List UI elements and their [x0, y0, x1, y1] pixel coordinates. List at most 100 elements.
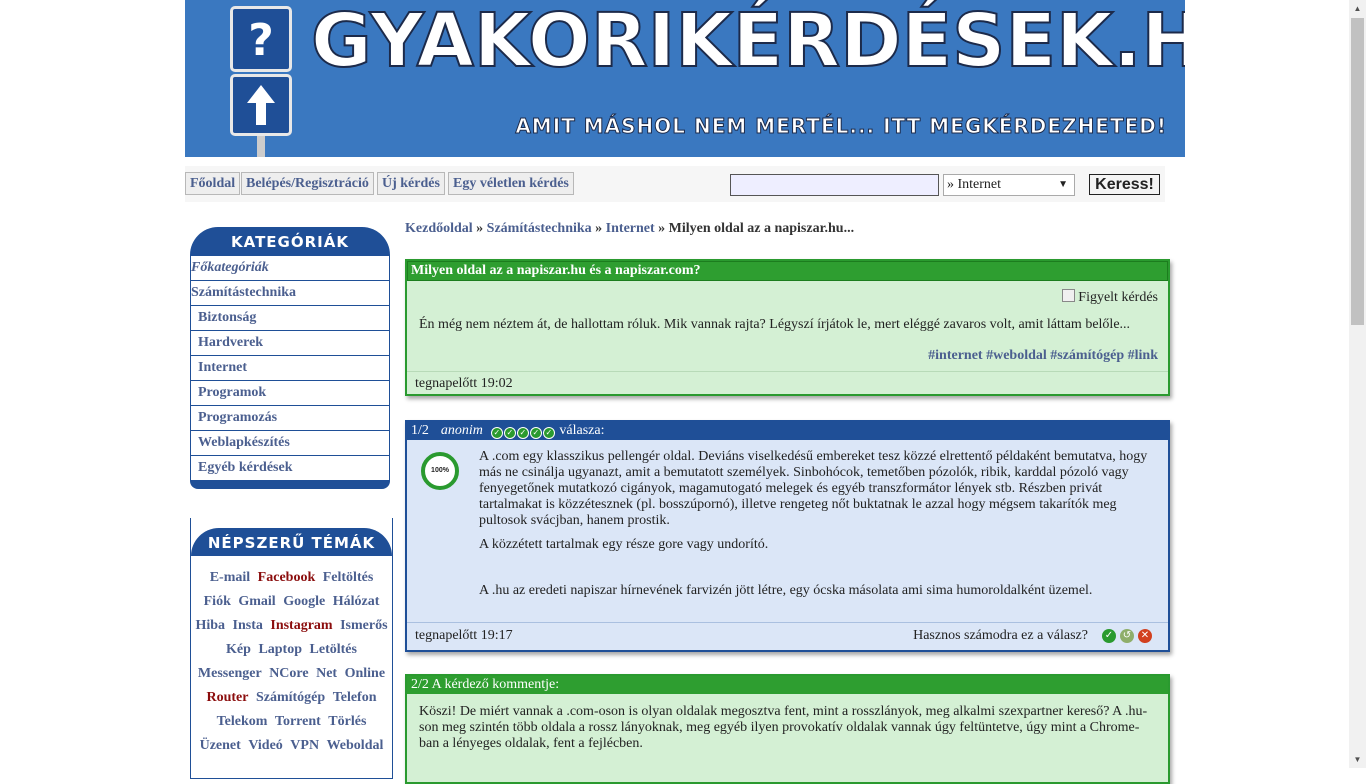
useful-question-label: Hasznos számodra ez a válasz? — [913, 628, 1088, 643]
answer-timestamp: tegnapelőtt 19:17 — [415, 628, 513, 643]
answer-suffix: válasza: — [559, 423, 605, 438]
categories-footer — [190, 481, 390, 489]
popular-tag-link[interactable]: Google — [283, 594, 325, 609]
scrollbar-thumb[interactable] — [1351, 18, 1364, 325]
popular-tag-link[interactable]: VPN — [290, 738, 319, 753]
search-input[interactable] — [730, 174, 939, 196]
vote-neutral-icon[interactable]: ↺ — [1120, 629, 1134, 643]
popular-tag-link[interactable]: NCore — [269, 666, 308, 681]
popular-topics-box: NÉPSZERŰ TÉMÁK E-mail Facebook Feltöltés… — [190, 518, 393, 779]
category-item-internet[interactable]: Internet — [190, 356, 390, 381]
usefulness-ring: 100% — [421, 452, 459, 490]
nav-random-question-button[interactable]: Egy véletlen kérdés — [448, 172, 574, 195]
question-title: Milyen oldal az a napiszar.hu és a napis… — [407, 261, 1168, 281]
popular-tag-link[interactable]: Feltöltés — [323, 570, 374, 585]
categories-main-link[interactable]: Főkategóriák — [190, 255, 390, 281]
breadcrumb-separator: » — [591, 221, 606, 236]
question-sign-icon: ? — [230, 6, 292, 72]
popular-tag-link[interactable]: Instagram — [270, 618, 332, 633]
rating-check-icon: ✓ — [529, 427, 542, 439]
svg-text:?: ? — [248, 15, 274, 66]
popular-tag-link[interactable]: Ismerős — [340, 618, 387, 633]
popular-tag-link[interactable]: Hiba — [195, 618, 225, 633]
site-banner[interactable]: ? GYAKORIKÉRDÉSEK.HU AMIT MÁSHOL NEM MER… — [185, 0, 1185, 157]
popular-tag-link[interactable]: Törlés — [328, 714, 366, 729]
vote-yes-icon[interactable]: ✓ — [1102, 629, 1116, 643]
popular-tag-link[interactable]: Videó — [248, 738, 282, 753]
popular-tag-link[interactable]: Letöltés — [310, 642, 357, 657]
categories-box: KATEGÓRIÁK Főkategóriák Számítástechnika… — [190, 227, 390, 489]
nav-new-question-button[interactable]: Új kérdés — [377, 172, 445, 195]
popular-tag-link[interactable]: Telekom — [217, 714, 268, 729]
category-select-value: » Internet — [947, 177, 1002, 192]
popular-tag-link[interactable]: Router — [206, 690, 248, 705]
vote-no-icon[interactable]: ✕ — [1138, 629, 1152, 643]
category-item-hardverek[interactable]: Hardverek — [190, 331, 390, 356]
answer-paragraph: A .com egy klasszikus pellengér oldal. D… — [479, 449, 1148, 528]
popular-tag-link[interactable]: Insta — [233, 618, 263, 633]
question-timestamp: tegnapelőtt 19:02 — [407, 371, 1168, 396]
scroll-up-icon[interactable]: ▲ — [1349, 0, 1366, 17]
site-slogan: AMIT MÁSHOL NEM MERTÉL... ITT MEGKÉRDEZH… — [515, 114, 1167, 139]
question-tags[interactable]: #internet #weboldal #számítógép #link — [928, 348, 1158, 364]
category-item-biztonsag[interactable]: Biztonság — [190, 306, 390, 331]
nav-home-button[interactable]: Főoldal — [185, 172, 241, 195]
chevron-down-icon: ▼ — [1058, 179, 1068, 190]
arrow-up-sign-icon — [230, 74, 292, 136]
answer-paragraph: A .hu az eredeti napiszar hírnevének far… — [479, 583, 1093, 598]
breadcrumb-current: Milyen oldal az a napiszar.hu... — [668, 221, 855, 236]
question-body: Én még nem néztem át, de hallottam róluk… — [419, 317, 1131, 332]
breadcrumb-separator: » — [654, 221, 669, 236]
rating-check-icon: ✓ — [503, 427, 516, 439]
popular-tag-link[interactable]: Fiók — [204, 594, 231, 609]
rating-check-icon: ✓ — [490, 427, 503, 439]
categories-header: KATEGÓRIÁK — [190, 227, 390, 255]
popular-tag-link[interactable]: Net — [316, 666, 337, 681]
answer-panel: 1/2 anonim ✓ ✓ ✓ ✓ ✓ válasza: 100% A .com egy … — [405, 420, 1170, 652]
page-scrollbar[interactable]: ▲ ▼ — [1349, 0, 1366, 768]
category-item-programok[interactable]: Programok — [190, 381, 390, 406]
popular-tag-link[interactable]: Üzenet — [200, 738, 241, 753]
popular-tag-link[interactable]: Facebook — [258, 570, 316, 585]
popular-topics-header: NÉPSZERŰ TÉMÁK — [191, 528, 392, 556]
category-parent-link[interactable]: Számítástechnika — [190, 281, 390, 306]
popular-tag-link[interactable]: Gmail — [238, 594, 275, 609]
category-item-programozas[interactable]: Programozás — [190, 406, 390, 431]
comment-text: Köszi! De miért vannak a .com-oson is ol… — [419, 704, 1148, 751]
comment-header: 2/2 A kérdező kommentje: — [407, 676, 1168, 694]
search-button[interactable]: Keress! — [1089, 174, 1160, 195]
breadcrumb-level2-link[interactable]: Internet — [606, 221, 655, 236]
answer-footer: tegnapelőtt 19:17 Hasznos számodra ez a … — [407, 622, 1168, 651]
watch-question-toggle[interactable]: Figyelt kérdés — [1062, 289, 1158, 306]
popular-tag-link[interactable]: E-mail — [210, 570, 250, 585]
top-toolbar: Főoldal Belépés/Regisztráció Új kérdés E… — [185, 166, 1165, 202]
breadcrumb-level1-link[interactable]: Számítástechnika — [487, 221, 592, 236]
category-select[interactable]: » Internet ▼ — [943, 174, 1075, 196]
answer-text: A .com egy klasszikus pellengér oldal. D… — [479, 449, 1159, 607]
popular-tag-link[interactable]: Hálózat — [333, 594, 380, 609]
watch-checkbox[interactable] — [1062, 289, 1076, 302]
rating-check-icon: ✓ — [516, 427, 529, 439]
popular-tag-link[interactable]: Kép — [226, 642, 251, 657]
answer-author: anonim — [440, 423, 483, 438]
popular-tag-link[interactable]: Online — [345, 666, 385, 681]
popular-tag-link[interactable]: Messenger — [198, 666, 262, 681]
breadcrumb-separator: » — [472, 221, 487, 236]
answer-index: 1/2 — [411, 423, 429, 438]
site-logo-title: GYAKORIKÉRDÉSEK.HU — [310, 0, 1185, 84]
popular-tag-link[interactable]: Laptop — [258, 642, 302, 657]
popular-tag-link[interactable]: Telefon — [333, 690, 377, 705]
question-panel: Milyen oldal az a napiszar.hu és a napis… — [405, 259, 1170, 396]
breadcrumb-home-link[interactable]: Kezdőoldal — [405, 221, 473, 236]
rating-check-icon: ✓ — [542, 427, 555, 439]
nav-login-button[interactable]: Belépés/Regisztráció — [241, 172, 374, 195]
scroll-down-icon[interactable]: ▼ — [1349, 751, 1366, 768]
popular-tag-link[interactable]: Számítógép — [256, 690, 325, 705]
category-item-weblapkeszites[interactable]: Weblapkészítés — [190, 431, 390, 456]
breadcrumb: Kezdőoldal » Számítástechnika » Internet… — [405, 221, 854, 237]
popular-tag-link[interactable]: Torrent — [275, 714, 321, 729]
answer-header: 1/2 anonim ✓ ✓ ✓ ✓ ✓ válasza: — [407, 422, 1168, 440]
popular-tag-link[interactable]: Weboldal — [327, 738, 384, 753]
category-item-egyeb[interactable]: Egyéb kérdések — [190, 456, 390, 481]
answer-paragraph: A közzétett tartalmak egy része gore vag… — [479, 537, 769, 552]
